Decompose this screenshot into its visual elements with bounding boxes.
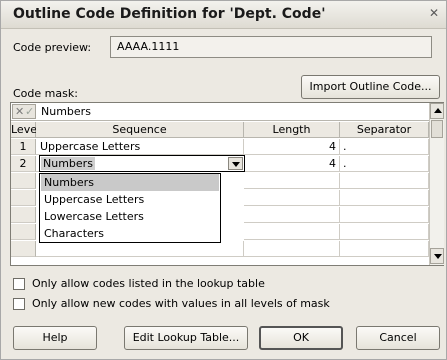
lookup-only-checkbox-box[interactable] — [13, 278, 25, 290]
cancel-button[interactable]: Cancel — [356, 326, 440, 350]
lookup-only-checkbox-label[interactable]: Only allow codes listed in the lookup ta… — [32, 277, 265, 290]
empty-row-level — [11, 190, 36, 206]
sequence-dropdown-list: Numbers Uppercase Letters Lowercase Lett… — [39, 173, 221, 243]
edit-icons: ✕ ✓ — [12, 104, 36, 119]
grid-scrollbar[interactable] — [429, 103, 444, 265]
close-icon[interactable]: ✕ — [427, 7, 441, 21]
col-header-length: Length — [244, 122, 340, 138]
dialog-title: Outline Code Definition for 'Dept. Code' — [13, 6, 326, 22]
empty-row-length[interactable] — [244, 173, 340, 189]
empty-row-separator[interactable] — [340, 207, 429, 223]
outline-code-dialog: Outline Code Definition for 'Dept. Code'… — [0, 0, 447, 360]
row-1-separator[interactable]: . — [340, 139, 429, 155]
empty-row-level — [11, 241, 36, 257]
scroll-up-icon[interactable] — [430, 103, 444, 119]
scroll-thumb[interactable] — [431, 120, 443, 138]
empty-row-sequence[interactable] — [36, 241, 244, 257]
grid-edit-bar: ✕ ✓ Numbers — [11, 103, 429, 121]
sequence-combo-value[interactable]: Numbers — [41, 157, 95, 170]
code-mask-label: Code mask: — [13, 87, 78, 100]
col-header-sequence: Sequence — [36, 122, 244, 138]
accept-edit-icon[interactable]: ✓ — [25, 105, 34, 119]
code-mask-grid: ✕ ✓ Numbers Level Sequence Length Separa… — [10, 102, 444, 266]
empty-row-separator[interactable] — [340, 224, 429, 240]
col-header-separator: Separator — [340, 122, 429, 138]
code-preview-label: Code preview: — [13, 41, 92, 54]
row-2-separator[interactable]: . — [340, 156, 429, 172]
row-2-length[interactable]: 4 — [244, 156, 340, 172]
dropdown-arrow-icon[interactable] — [228, 157, 243, 170]
empty-row-level — [11, 173, 36, 189]
title-bar: Outline Code Definition for 'Dept. Code'… — [1, 1, 446, 29]
ok-button[interactable]: OK — [259, 326, 343, 350]
dropdown-option-lowercase[interactable]: Lowercase Letters — [41, 208, 219, 225]
row-2-level: 2 — [11, 156, 36, 172]
row-1-length[interactable]: 4 — [244, 139, 340, 155]
empty-row-separator[interactable] — [340, 173, 429, 189]
empty-row-level — [11, 207, 36, 223]
dropdown-option-numbers[interactable]: Numbers — [41, 174, 219, 191]
scroll-down-icon[interactable] — [430, 248, 444, 264]
import-outline-code-button[interactable]: Import Outline Code... — [301, 75, 440, 99]
empty-row-length[interactable] — [244, 224, 340, 240]
grid-edit-value[interactable]: Numbers — [41, 105, 91, 118]
cancel-edit-icon[interactable]: ✕ — [15, 105, 24, 119]
edit-lookup-table-button[interactable]: Edit Lookup Table... — [124, 326, 248, 350]
empty-row-separator[interactable] — [340, 190, 429, 206]
empty-row-length[interactable] — [244, 190, 340, 206]
empty-row-length[interactable] — [244, 241, 340, 257]
col-header-level: Level — [11, 122, 41, 138]
dropdown-option-uppercase[interactable]: Uppercase Letters — [41, 191, 219, 208]
empty-row-length[interactable] — [244, 207, 340, 223]
empty-row-level — [11, 224, 36, 240]
all-levels-checkbox-label[interactable]: Only allow new codes with values in all … — [32, 297, 330, 310]
sequence-combo[interactable]: Numbers — [39, 155, 245, 172]
row-1-level: 1 — [11, 139, 36, 155]
all-levels-checkbox-box[interactable] — [13, 298, 25, 310]
help-button[interactable]: Help — [13, 326, 97, 350]
code-preview-field: AAAA.1111 — [110, 36, 432, 58]
empty-row-separator[interactable] — [340, 241, 429, 257]
row-1-sequence[interactable]: Uppercase Letters — [36, 139, 244, 155]
dropdown-option-characters[interactable]: Characters — [41, 225, 219, 242]
